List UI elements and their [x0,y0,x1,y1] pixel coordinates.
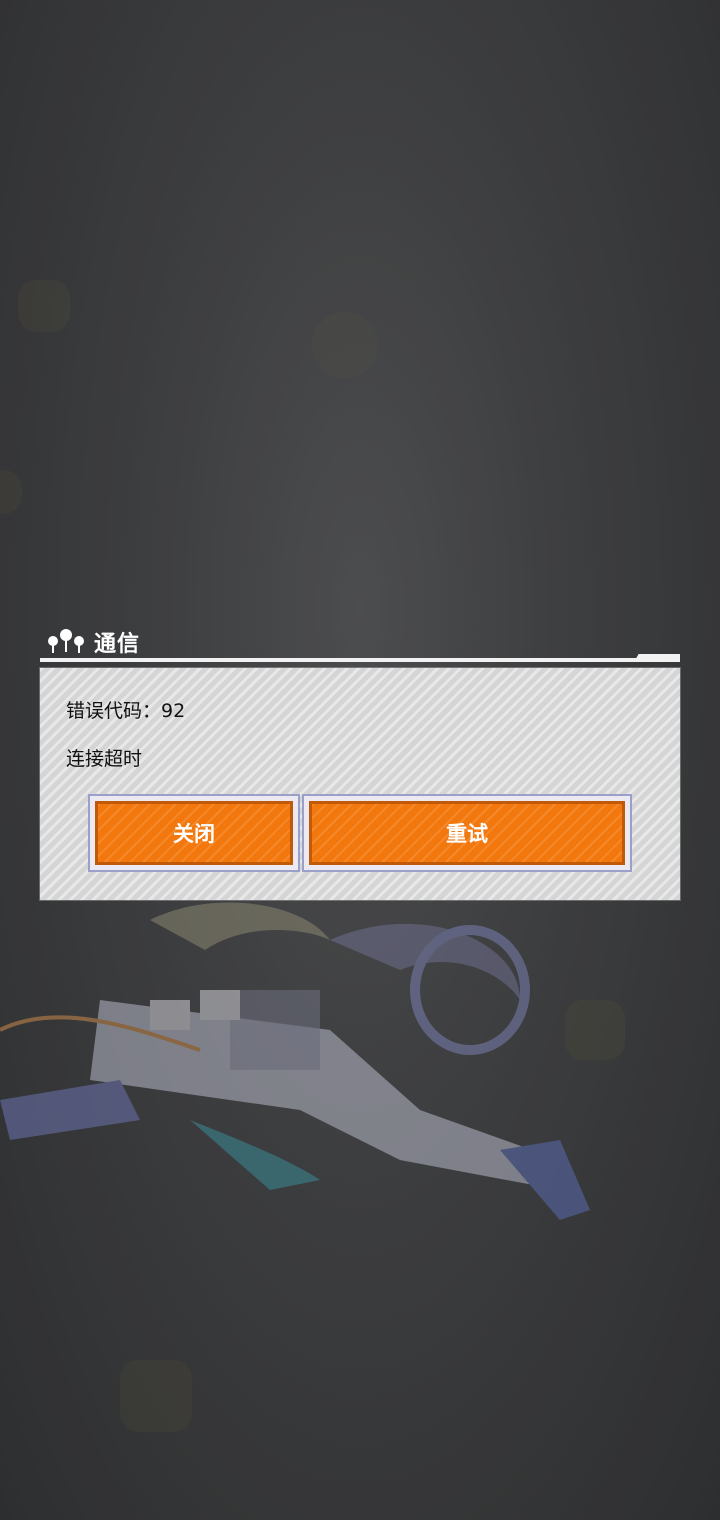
background-decoration [312,312,378,378]
close-button[interactable]: 关闭 [95,801,293,865]
background-decoration [18,280,70,332]
error-message-text: 连接超时 [66,748,143,770]
character-illustration [0,902,590,1220]
close-button-frame: 关闭 [88,794,300,872]
background-decoration [120,1360,192,1432]
error-dialog: 错误代码：92 连接超时 关闭 重试 [40,668,680,900]
retry-button[interactable]: 重试 [309,801,625,865]
header-divider-notch [634,654,680,662]
dialog-header: 通信 [40,624,680,664]
network-nodes-icon [48,629,84,653]
header-divider [40,658,680,662]
dialog-title: 通信 [94,632,141,657]
retry-button-frame: 重试 [302,794,632,872]
error-code-text: 错误代码：92 [66,700,186,722]
